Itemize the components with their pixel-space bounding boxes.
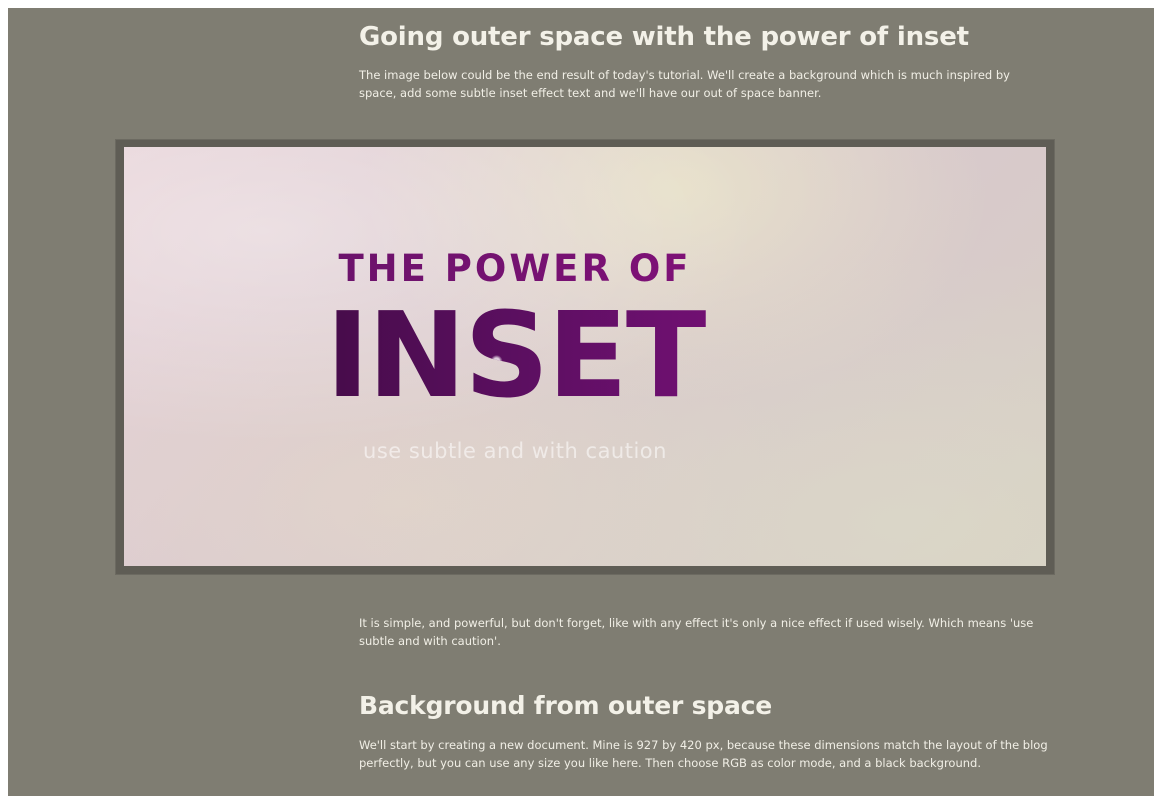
banner-image-frame: THE POWER OF INSET use subtle and with c… bbox=[116, 140, 1054, 574]
banner-subtitle-text: use subtle and with caution bbox=[363, 439, 667, 463]
caution-paragraph: It is simple, and powerful, but don't fo… bbox=[359, 616, 1034, 648]
article-title: Going outer space with the power of inse… bbox=[359, 22, 969, 52]
article-page: Going outer space with the power of inse… bbox=[8, 8, 1154, 796]
banner-inset-text: INSET bbox=[124, 295, 976, 415]
banner-title-text: THE POWER OF bbox=[124, 247, 976, 290]
section-intro: Going outer space with the power of inse… bbox=[359, 22, 1049, 102]
section-heading: Background from outer space bbox=[359, 691, 773, 720]
section-background: Background from outer space We'll start … bbox=[359, 691, 1049, 772]
section-caution: It is simple, and powerful, but don't fo… bbox=[359, 614, 1049, 650]
intro-paragraph: The image below could be the end result … bbox=[359, 68, 1010, 100]
background-paragraph: We'll start by creating a new document. … bbox=[359, 738, 1048, 770]
banner-image: THE POWER OF INSET use subtle and with c… bbox=[124, 147, 1046, 566]
